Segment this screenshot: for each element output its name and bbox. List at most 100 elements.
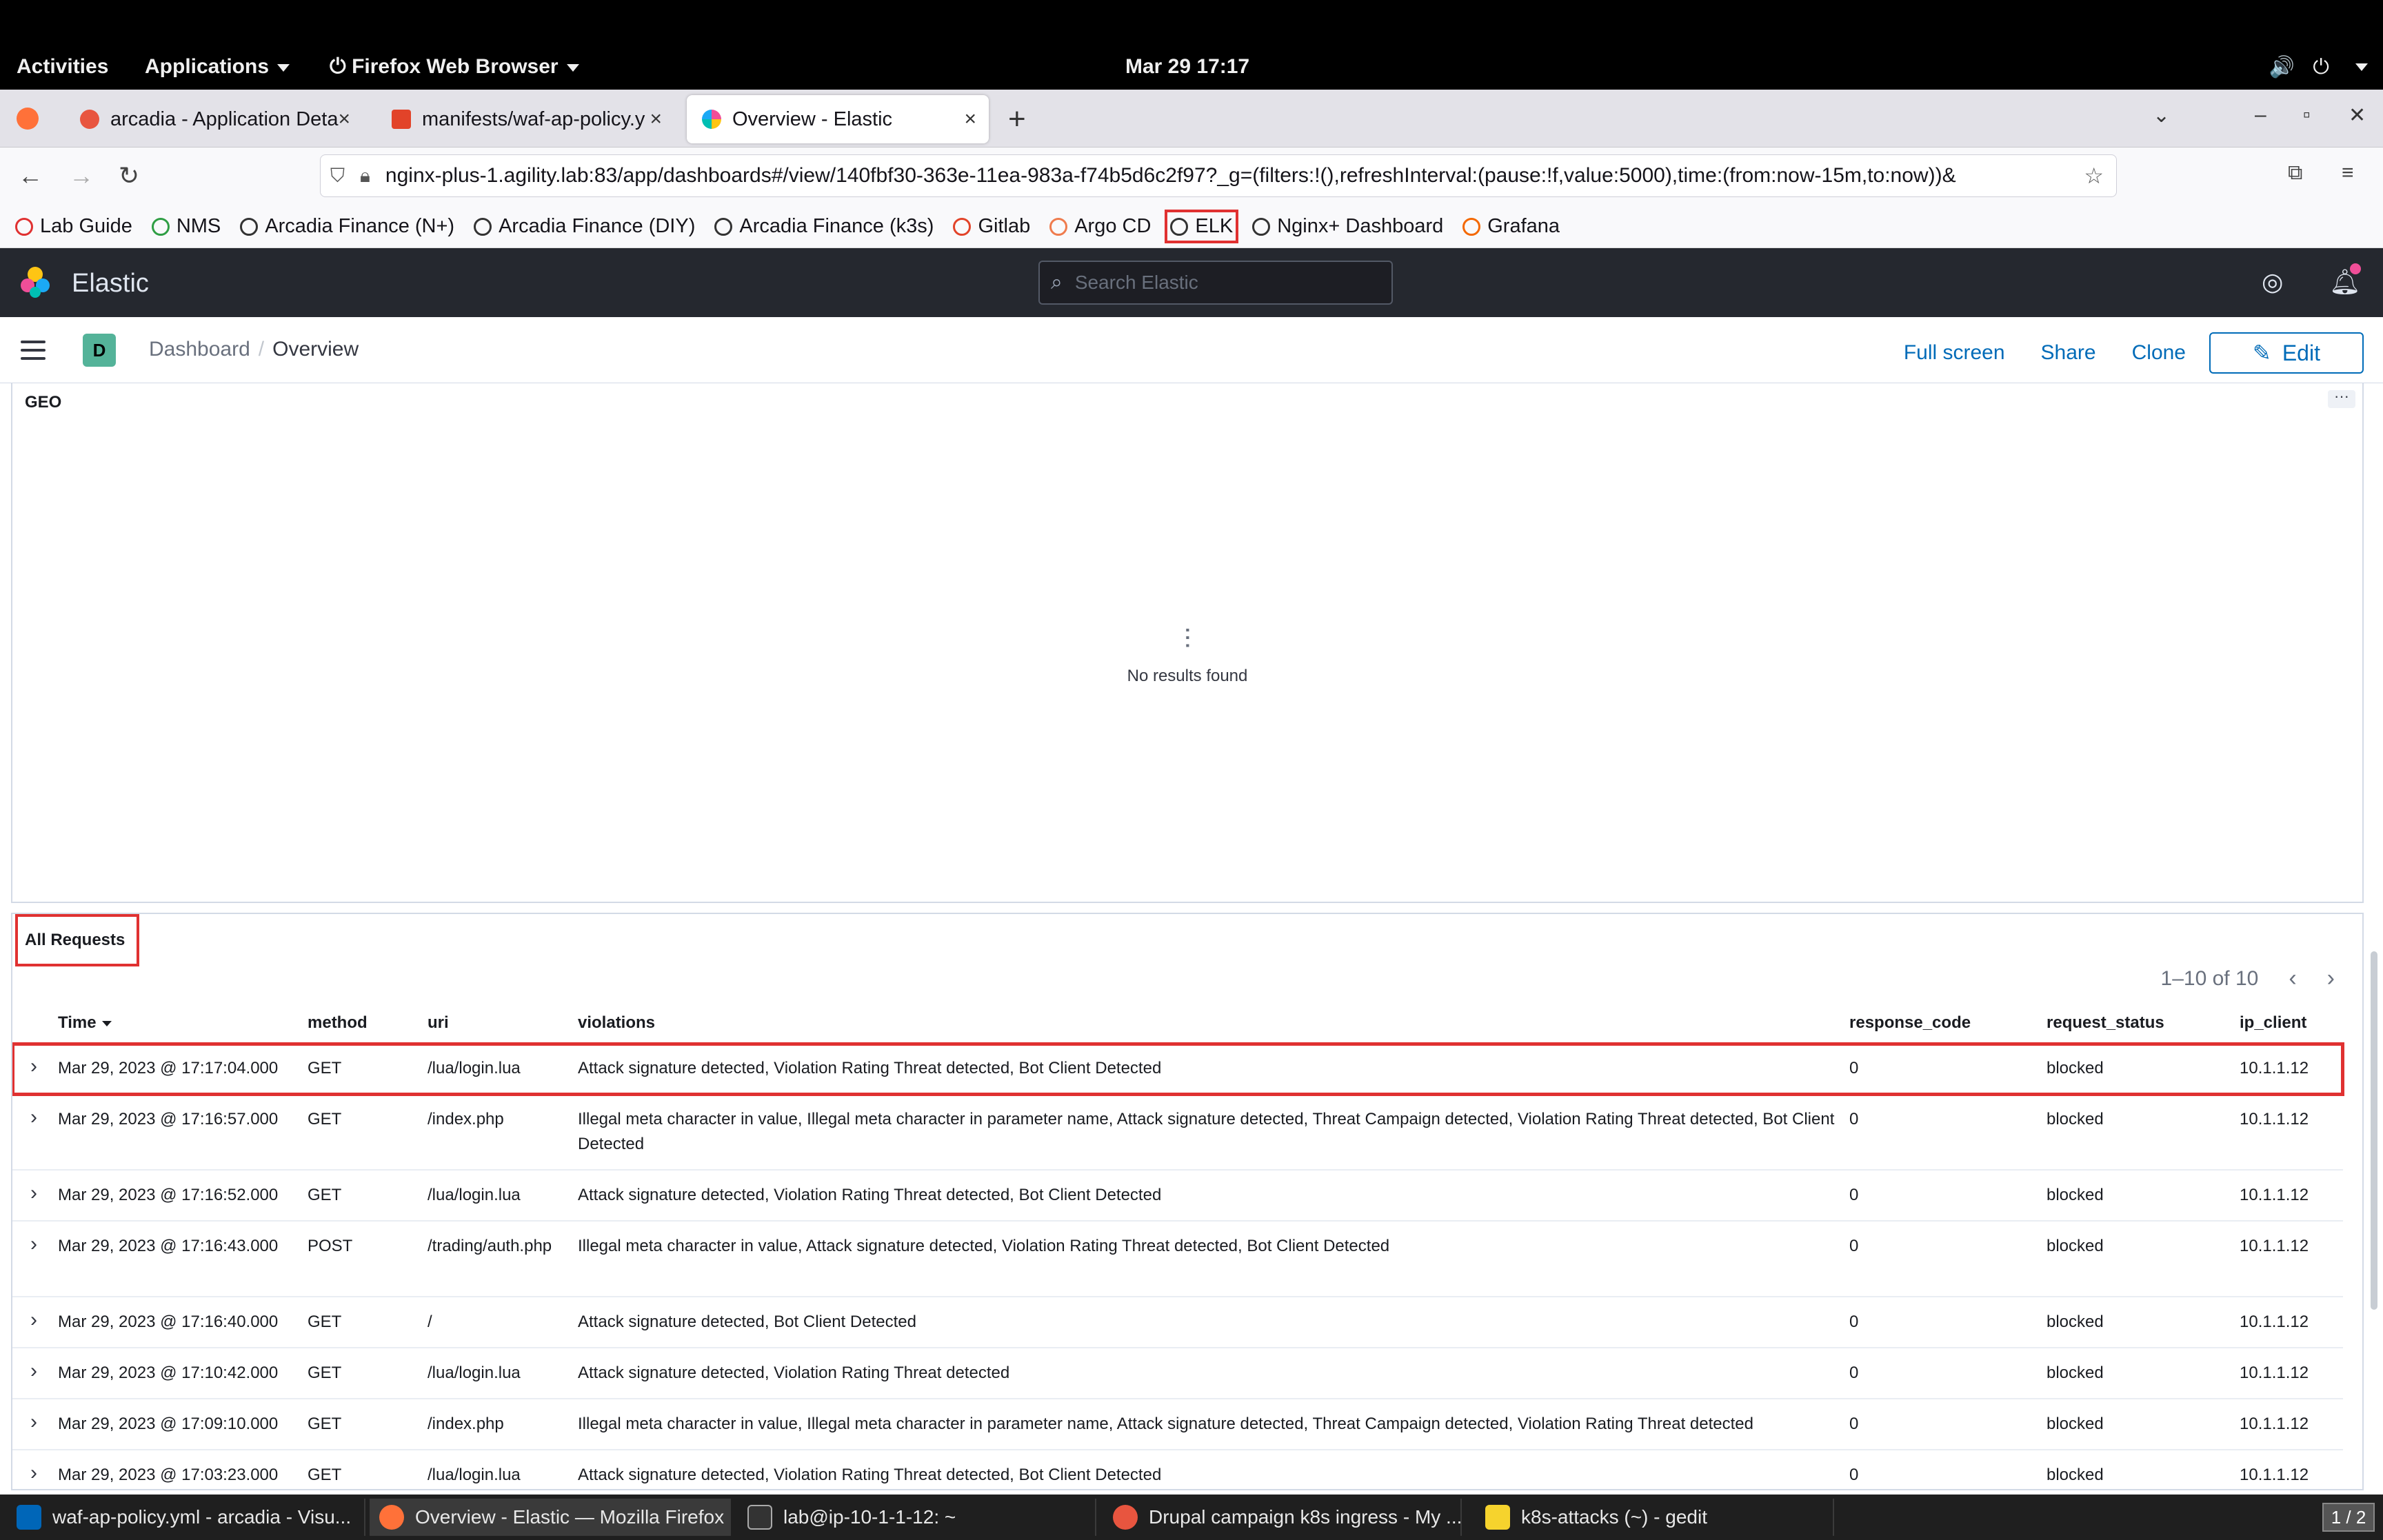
cell-uri: /trading/auth.php [428,1237,552,1255]
column-header-uri[interactable]: uri [428,1013,449,1033]
cell-method: GET [308,1364,342,1382]
column-header-request-status[interactable]: request_status [2047,1013,2164,1033]
menu-icon[interactable]: ≡ [2342,161,2354,185]
help-icon[interactable]: ◎ [2262,267,2283,296]
cell-request-status: blocked [2047,1313,2104,1331]
tab-gitlab-manifests[interactable]: manifests/waf-ap-policy.y × [376,95,674,143]
cell-request-status: blocked [2047,1059,2104,1077]
column-header-method[interactable]: method [308,1013,368,1033]
url-bar[interactable]: ⛉ 🔒︎ nginx-plus-1.agility.lab:83/app/das… [320,154,2117,197]
gitlab-favicon-icon [392,110,411,129]
expand-row-icon[interactable]: › [30,1410,37,1434]
table-row[interactable]: › Mar 29, 2023 @ 17:09:10.000 GET/index.ph… [12,1399,2343,1450]
forward-arrow-icon[interactable]: → [69,161,94,190]
expand-row-icon[interactable]: › [30,1055,37,1078]
bookmark-argo-cd[interactable]: Argo CD [1049,215,1151,238]
task-vscode[interactable]: waf-ap-policy.yml - arcadia - Visu... [7,1499,365,1536]
shield-icon[interactable]: ⛉ [330,165,345,188]
table-row[interactable]: › Mar 29, 2023 @ 17:17:04.000 GET/lua/logi… [12,1042,2344,1096]
space-avatar[interactable]: D [83,334,116,367]
list-all-tabs-icon[interactable]: ⌄ [2153,103,2170,128]
clone-button[interactable]: Clone [2132,341,2186,365]
brand-title[interactable]: Elastic [72,269,149,298]
maximize-icon[interactable]: ▫ [2303,103,2311,127]
expand-row-icon[interactable]: › [30,1106,37,1129]
bookmark-lab-guide[interactable]: Lab Guide [15,215,132,238]
task-drupal[interactable]: Drupal campaign k8s ingress - My ... [1103,1499,1462,1536]
lock-icon[interactable]: 🔒︎ [360,165,370,188]
full-screen-button[interactable]: Full screen [1904,341,2005,365]
search-input[interactable] [1074,272,1365,294]
expand-row-icon[interactable]: › [30,1359,37,1383]
globe-icon [714,217,733,236]
cell-ip-client: 10.1.1.12 [2240,1466,2309,1484]
chevron-right-icon[interactable]: › [2327,965,2335,992]
cell-uri: /lua/login.lua [428,1364,521,1382]
chevron-down-icon [2355,63,2368,71]
elastic-logo-icon[interactable] [18,265,52,299]
table-row[interactable]: › Mar 29, 2023 @ 17:03:23.000 GET/lua/logi… [12,1450,2343,1489]
bookmark-nginx-dashboard[interactable]: Nginx+ Dashboard [1252,215,1443,238]
cell-method: GET [308,1313,342,1331]
column-header-violations[interactable]: violations [578,1013,655,1033]
panel-options-icon[interactable]: ··· [2328,389,2355,408]
scrollbar[interactable] [2371,951,2377,1310]
clock[interactable]: Mar 29 17:17 [1125,55,1249,79]
bookmark-arcadia-n-plus[interactable]: Arcadia Finance (N+) [240,215,454,238]
column-header-ip-client[interactable]: ip_client [2240,1013,2306,1033]
expand-row-icon[interactable]: › [30,1182,37,1205]
bookmark-arcadia-k3s[interactable]: Arcadia Finance (k3s) [714,215,934,238]
breadcrumb-dashboard[interactable]: Dashboard [149,338,250,361]
chevron-down-icon [566,63,579,72]
bookmark-gitlab[interactable]: Gitlab [953,215,1030,238]
workspace-indicator[interactable]: 1 / 2 [2322,1503,2375,1532]
table-row[interactable]: › Mar 29, 2023 @ 17:16:57.000 GET/index.ph… [12,1095,2343,1171]
firefox-app-menu[interactable]: ⏻ Firefox Web Browser [330,55,579,79]
table-row[interactable]: › Mar 29, 2023 @ 17:16:52.000 GET/lua/logi… [12,1171,2343,1222]
expand-row-icon[interactable]: › [30,1308,37,1332]
cell-time: Mar 29, 2023 @ 17:03:23.000 [58,1466,279,1484]
url-text[interactable]: nginx-plus-1.agility.lab:83/app/dashboar… [385,164,2071,188]
app-menu-label: Firefox Web Browser [352,55,559,78]
bookmark-arcadia-diy[interactable]: Arcadia Finance (DIY) [474,215,695,238]
elastic-favicon-icon [702,110,721,129]
extensions-icon[interactable]: ⧉ [2288,161,2302,185]
back-arrow-icon[interactable]: ← [18,161,43,190]
new-tab-button[interactable]: + [1008,102,1026,136]
table-row[interactable]: › Mar 29, 2023 @ 17:16:43.000 POST/trading… [12,1222,2343,1297]
task-terminal[interactable]: lab@ip-10-1-1-12: ~ [738,1499,1096,1536]
system-tray[interactable]: 🔊 ⏻ [2269,55,2368,79]
terminal-icon [747,1505,772,1530]
chevron-left-icon[interactable]: ‹ [2289,965,2296,992]
share-button[interactable]: Share [2041,341,2096,365]
globe-icon [240,217,259,236]
bookmark-nms[interactable]: NMS [151,215,221,238]
close-icon[interactable]: × [964,108,976,131]
close-icon[interactable]: × [338,108,350,131]
task-gedit[interactable]: k8s-attacks (~) - gedit [1476,1499,1834,1536]
tab-arcadia[interactable]: arcadia - Application Deta × [65,95,363,143]
reload-icon[interactable]: ↻ [119,161,139,190]
expand-row-icon[interactable]: › [30,1461,37,1485]
applications-menu[interactable]: Applications [145,55,290,79]
column-header-time[interactable]: Time [58,1013,112,1033]
close-icon[interactable]: × [650,108,662,131]
cell-response-code: 0 [1849,1364,1859,1382]
system-top-bar: Activities Applications ⏻ Firefox Web Br… [0,0,2383,90]
bookmark-elk[interactable]: ELK [1165,210,1239,243]
firefox-view-icon[interactable] [17,108,39,130]
task-firefox[interactable]: Overview - Elastic — Mozilla Firefox [370,1499,731,1536]
expand-row-icon[interactable]: › [30,1233,37,1256]
bookmark-star-icon[interactable]: ☆ [2084,163,2104,189]
column-header-response-code[interactable]: response_code [1849,1013,1971,1033]
minimize-icon[interactable]: – [2255,103,2266,127]
window-close-icon[interactable]: ✕ [2349,103,2366,128]
global-search[interactable]: ⌕ [1038,261,1393,305]
tab-overview-elastic[interactable]: Overview - Elastic × [687,95,989,143]
edit-button[interactable]: ✎ Edit [2209,332,2364,374]
table-row[interactable]: › Mar 29, 2023 @ 17:10:42.000 GET/lua/logi… [12,1348,2343,1399]
bookmark-grafana[interactable]: Grafana [1462,215,1560,238]
activities-button[interactable]: Activities [17,55,108,79]
nav-menu-icon[interactable] [21,341,46,360]
table-row[interactable]: › Mar 29, 2023 @ 17:16:40.000 GET / Attack s… [12,1297,2343,1348]
